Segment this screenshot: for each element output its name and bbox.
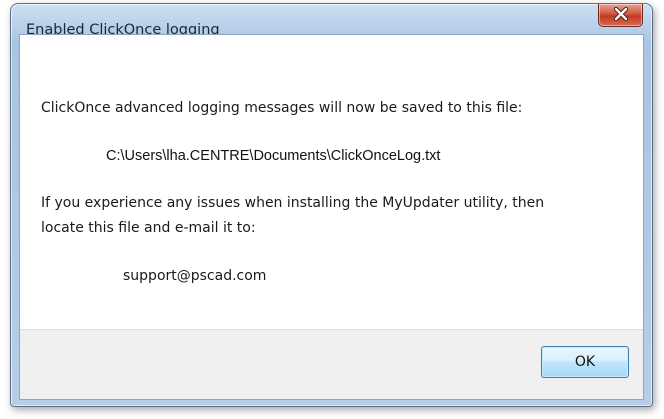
button-bar: OK [20, 329, 643, 399]
support-email: support@pscad.com [123, 268, 267, 284]
ok-button[interactable]: OK [541, 346, 629, 378]
log-file-path: C:\Users\lha.CENTRE\Documents\ClickOnceL… [106, 148, 441, 164]
close-button[interactable] [598, 4, 643, 27]
message-line-1: ClickOnce advanced logging messages will… [41, 100, 523, 116]
message-line-3: locate this file and e-mail it to: [41, 220, 256, 236]
close-icon [613, 6, 629, 25]
dialog-window: Enabled ClickOnce logging ClickOnce adva… [10, 3, 653, 407]
dialog-content: ClickOnce advanced logging messages will… [19, 34, 644, 400]
message-line-2: If you experience any issues when instal… [41, 195, 545, 211]
